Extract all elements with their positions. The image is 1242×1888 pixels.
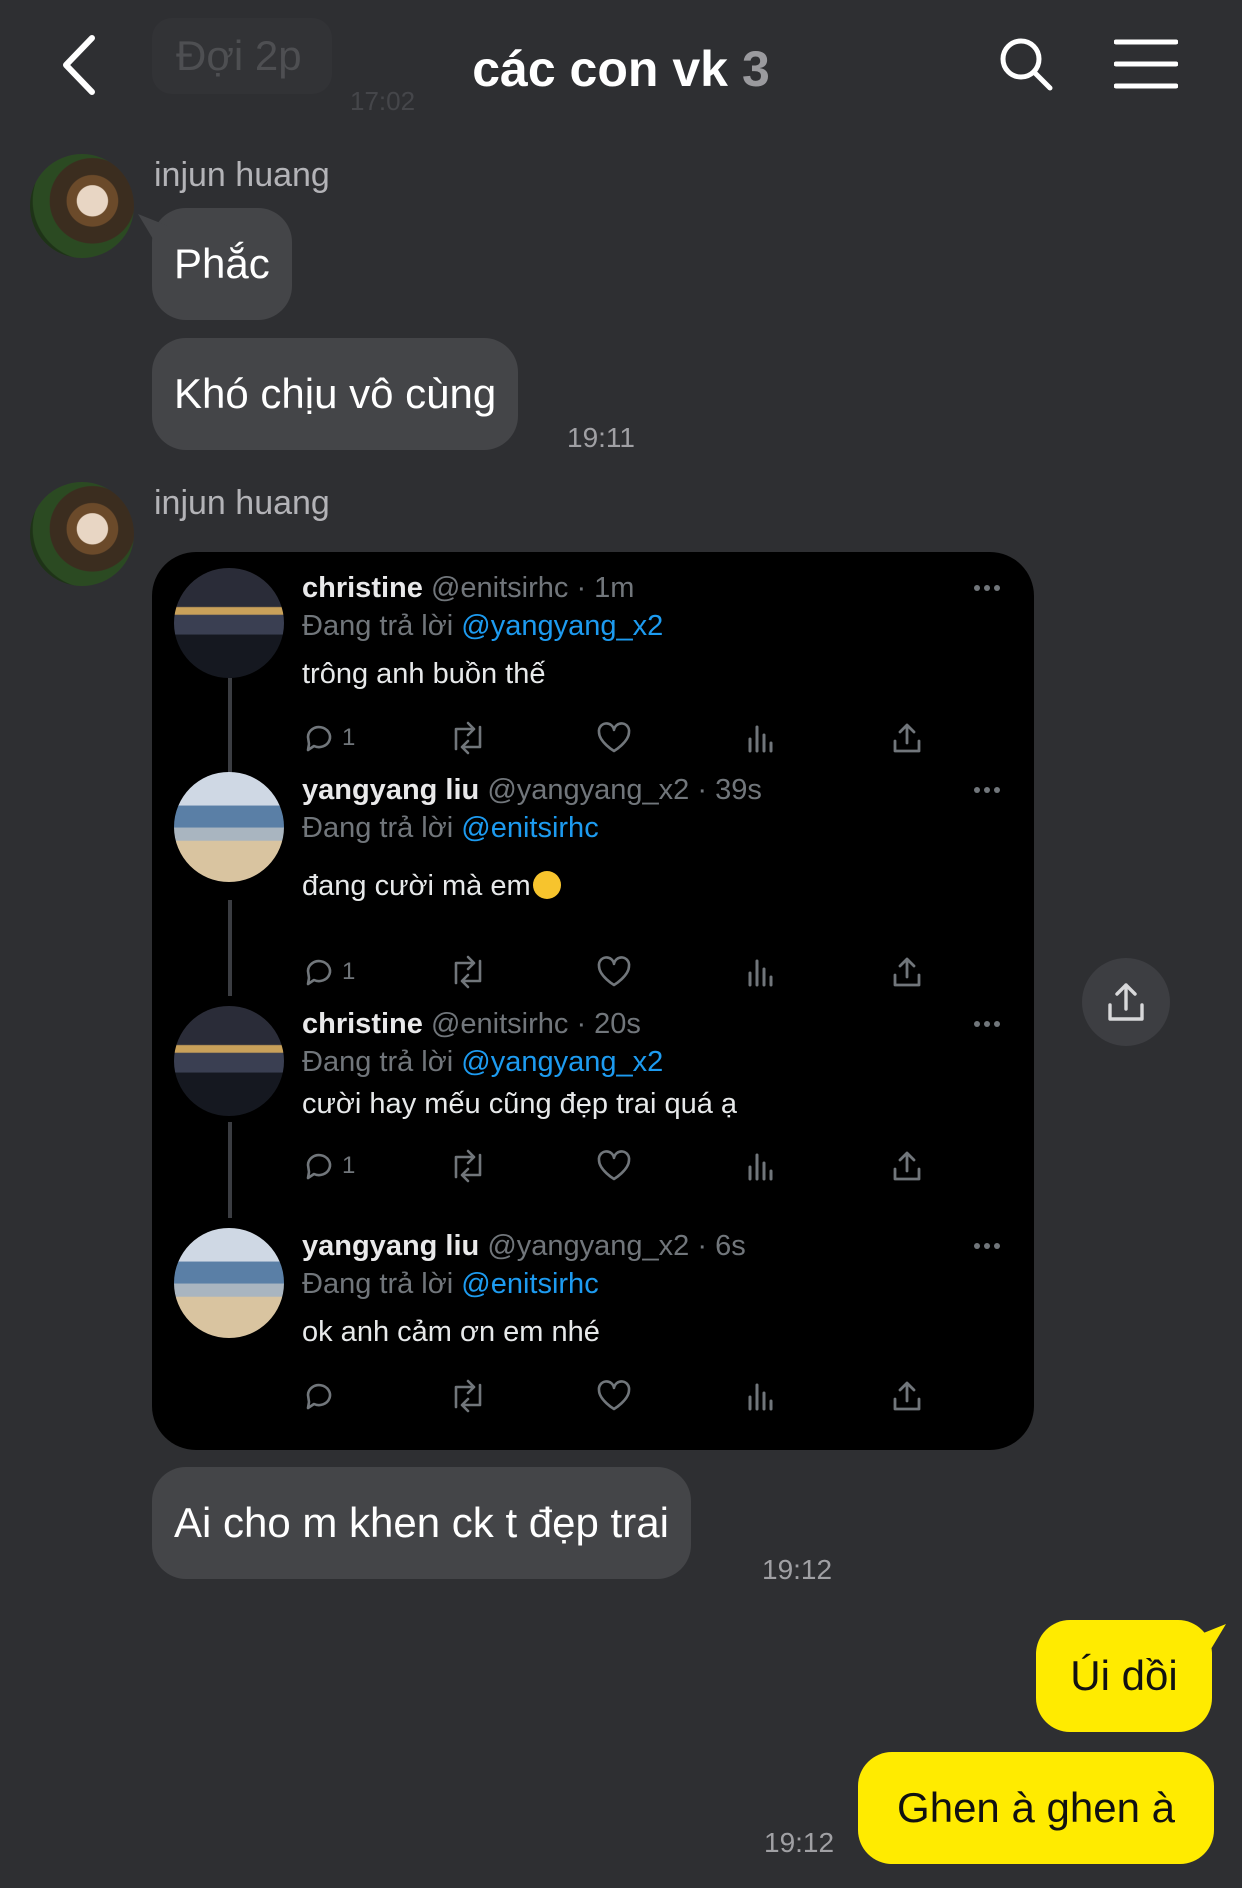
share-button[interactable]	[1082, 958, 1170, 1046]
reply-count: 1	[342, 958, 356, 985]
reply-prefix: Đang trả lời	[302, 1046, 454, 1078]
reply-prefix: Đang trả lời	[302, 610, 454, 642]
tweet-share-icon	[890, 952, 924, 992]
like-icon	[596, 1146, 632, 1186]
retweet-icon	[448, 952, 488, 992]
tweet-text: ok anh cảm ơn em nhé	[302, 1316, 600, 1348]
tweet-author-name: christine	[302, 1008, 423, 1040]
tweet-handle: @enitsirhc	[430, 1008, 569, 1040]
like-icon	[596, 1376, 632, 1416]
avatar[interactable]	[30, 154, 134, 258]
tweet-reply-line: Đang trả lời @enitsirhc	[302, 1268, 599, 1301]
member-count: 3	[741, 41, 770, 97]
reply-icon: 1	[302, 1146, 355, 1186]
thread-line	[228, 678, 232, 774]
tweet-author-name: yangyang liu	[302, 1230, 480, 1262]
tweet-text: cười hay mếu cũng đẹp trai quá ạ	[302, 1088, 738, 1120]
tweet-text-line: đang cười mà em	[302, 870, 561, 903]
tweet-actions	[302, 1376, 942, 1416]
reply-mention: @yangyang_x2	[461, 1046, 664, 1078]
reply-mention: @enitsirhc	[461, 812, 599, 844]
views-icon	[744, 718, 778, 758]
retweet-icon	[448, 1146, 488, 1186]
tweet-text: đang cười mà em	[302, 870, 531, 902]
tweet-reply-line: Đang trả lời @yangyang_x2	[302, 1046, 663, 1079]
tweet-share-icon	[890, 1146, 924, 1186]
tweet-age: · 6s	[697, 1230, 746, 1262]
more-icon	[972, 780, 1002, 800]
shared-image[interactable]: christine @enitsirhc · 1m Đang trả lời @…	[152, 552, 1034, 1450]
reply-icon	[302, 1376, 342, 1416]
tweet-avatar	[174, 1006, 284, 1116]
message-bubble[interactable]: Khó chịu vô cùng	[152, 338, 519, 450]
tweet-handle: @yangyang_x2	[487, 774, 690, 806]
views-icon	[744, 1146, 778, 1186]
tweet-header: yangyang liu @yangyang_x2 · 39s	[302, 774, 762, 807]
reply-icon: 1	[302, 718, 355, 758]
tweet-handle: @yangyang_x2	[487, 1230, 690, 1262]
tweet-text: trông anh buồn thế	[302, 658, 546, 690]
tweet-author-name: christine	[302, 572, 423, 604]
tweet-header: yangyang liu @yangyang_x2 · 6s	[302, 1230, 746, 1263]
tweet-handle: @enitsirhc	[430, 572, 569, 604]
tweet-actions: 1	[302, 718, 942, 758]
menu-icon	[1113, 39, 1179, 89]
share-icon	[1108, 983, 1144, 1021]
views-icon	[744, 1376, 778, 1416]
grinning-sweat-emoji-icon	[532, 871, 561, 899]
tweet-actions: 1	[302, 952, 942, 992]
like-icon	[596, 952, 632, 992]
message-bubble[interactable]: Ai cho m khen ck t đẹp trai	[152, 1467, 691, 1579]
reply-count: 1	[342, 1152, 356, 1179]
my-message-time: 19:12	[764, 1827, 835, 1858]
thread-line	[228, 1122, 232, 1218]
tweet-avatar	[174, 772, 284, 882]
tweet-header: christine @enitsirhc · 1m	[302, 572, 634, 605]
sender-name: injun huang	[154, 156, 330, 194]
retweet-icon	[448, 718, 488, 758]
more-icon	[972, 1014, 1002, 1034]
thread-line	[228, 900, 232, 996]
message-time: 19:12	[762, 1554, 833, 1585]
tweet-avatar	[174, 568, 284, 678]
tweet-reply-line: Đang trả lời @enitsirhc	[302, 812, 599, 845]
reply-prefix: Đang trả lời	[302, 812, 454, 844]
tweet-age: · 1m	[576, 572, 635, 604]
tweet-avatar	[174, 1228, 284, 1338]
tweet-header: christine @enitsirhc · 20s	[302, 1008, 641, 1041]
views-icon	[744, 952, 778, 992]
tweet-author-name: yangyang liu	[302, 774, 480, 806]
avatar[interactable]	[30, 482, 134, 586]
menu-button[interactable]	[1113, 38, 1179, 90]
search-icon	[1000, 38, 1053, 91]
retweet-icon	[448, 1376, 488, 1416]
more-icon	[972, 578, 1002, 598]
tweet-actions: 1	[302, 1146, 942, 1186]
reply-count: 1	[342, 724, 356, 751]
reply-mention: @enitsirhc	[461, 1268, 599, 1300]
message-bubble[interactable]: Phắc	[152, 208, 292, 320]
more-icon	[972, 1236, 1002, 1256]
sender-name: injun huang	[154, 484, 330, 522]
tweet-share-icon	[890, 1376, 924, 1416]
chat-header: các con vk 3	[0, 0, 1242, 130]
my-message-bubble[interactable]: Ghen à ghen à	[858, 1752, 1214, 1864]
tweet-age: · 39s	[697, 774, 762, 806]
message-time: 19:11	[567, 422, 635, 453]
reply-mention: @yangyang_x2	[461, 610, 664, 642]
tweet-reply-line: Đang trả lời @yangyang_x2	[302, 610, 663, 643]
my-message-bubble[interactable]: Úi dồi	[1036, 1620, 1212, 1732]
tweet-age: · 20s	[576, 1008, 641, 1040]
reply-icon: 1	[302, 952, 355, 992]
like-icon	[596, 718, 632, 758]
reply-prefix: Đang trả lời	[302, 1268, 454, 1300]
chat-title-text: các con vk	[472, 41, 728, 97]
search-button[interactable]	[996, 34, 1056, 94]
tweet-share-icon	[890, 718, 924, 758]
